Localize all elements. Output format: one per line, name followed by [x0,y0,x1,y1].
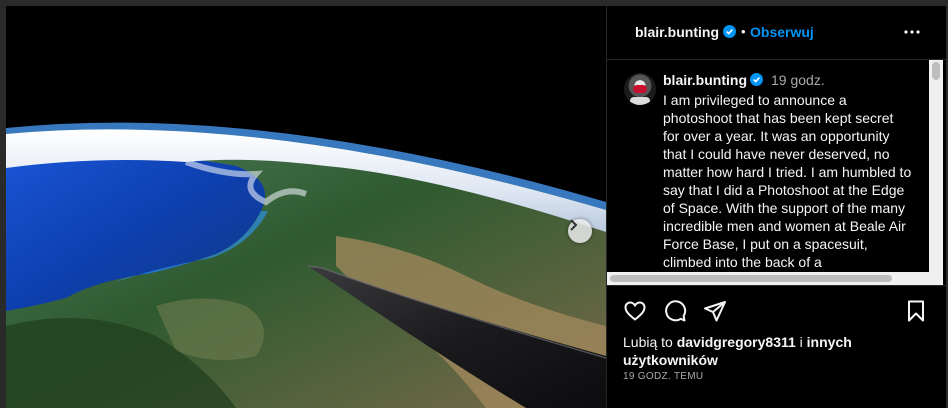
likes-summary: Lubią to davidgregory8311 i innych użytk… [623,333,923,369]
action-bar [607,295,946,331]
avatar-suit [630,97,650,105]
caption-time[interactable]: 19 godz. [771,72,825,88]
follow-button[interactable]: Obserwuj [750,24,814,40]
vertical-scrollbar[interactable] [929,60,943,272]
horizontal-scrollbar-thumb[interactable] [610,275,892,282]
post-modal: blair.bunting • Obserwuj blair.bunting 1… [6,6,946,408]
likes-prefix: Lubią to [623,334,677,350]
share-icon[interactable] [703,299,727,323]
post-media[interactable] [6,6,606,408]
author-username[interactable]: blair.bunting [635,24,719,40]
post-sidebar: blair.bunting • Obserwuj blair.bunting 1… [606,6,946,408]
bookmark-icon[interactable] [904,299,928,323]
post-timestamp[interactable]: 19 GODZ. TEMU [623,371,703,382]
chevron-right-icon [570,219,578,231]
likes-middle: i [795,334,807,350]
verified-badge-icon [723,25,736,38]
author-avatar[interactable] [624,73,656,105]
next-image-button[interactable] [568,219,592,243]
post-header: blair.bunting • Obserwuj [607,6,946,60]
caption-text: I am privileged to announce a photoshoot… [663,92,912,270]
comments-section[interactable]: blair.bunting 19 godz. I am privileged t… [607,60,946,286]
earth-photo [6,6,606,408]
avatar-visor [633,85,647,93]
caption-username[interactable]: blair.bunting [663,72,747,88]
horizontal-scrollbar[interactable] [607,272,929,285]
heart-icon[interactable] [623,299,647,323]
scrollbar-corner [929,272,943,285]
comment-icon[interactable] [663,299,687,323]
more-options-icon[interactable] [903,23,921,41]
vertical-scrollbar-thumb[interactable] [932,62,940,80]
verified-badge-icon [750,73,763,86]
liker-username[interactable]: davidgregory8311 [677,334,796,350]
separator-dot: • [741,24,746,39]
